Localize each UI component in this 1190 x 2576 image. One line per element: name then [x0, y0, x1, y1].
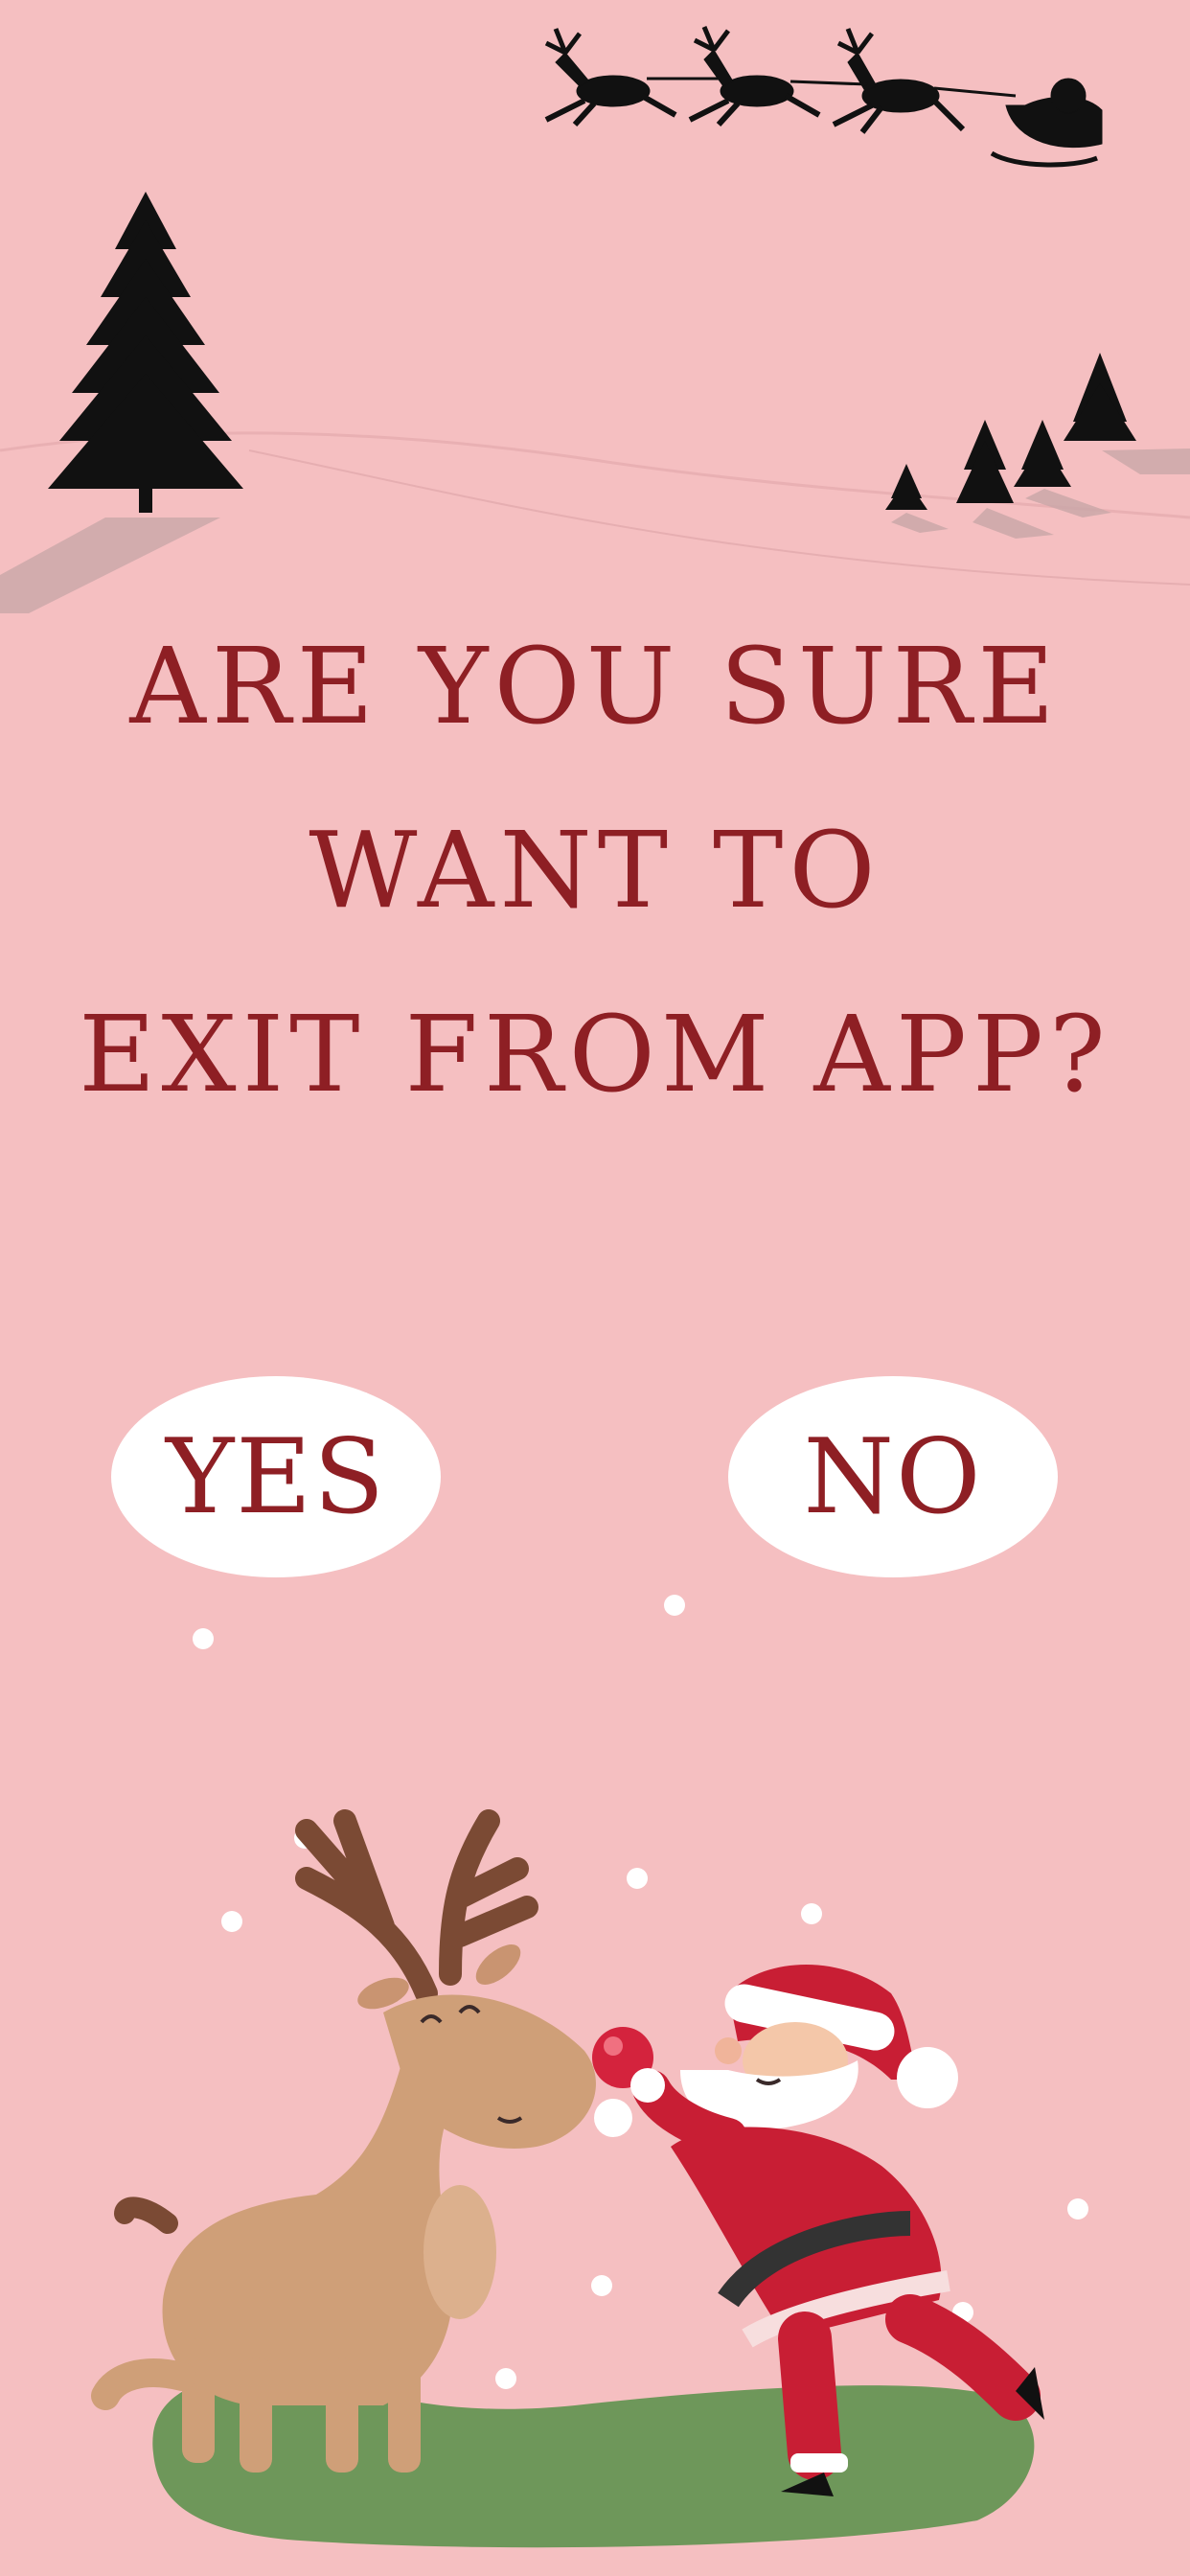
background-scenery [0, 26, 1190, 613]
title-line-1: ARE YOU SURE [129, 625, 1061, 748]
yes-button-label: YES [165, 1416, 387, 1537]
no-button-label: NO [803, 1416, 983, 1537]
small-pine-trees-icon [885, 353, 1136, 510]
title-line-3: EXIT FROM APP? [79, 993, 1111, 1116]
yes-button[interactable]: YES [111, 1376, 441, 1577]
red-nose-ball [592, 2027, 653, 2088]
reindeer-character [91, 1809, 596, 2472]
exit-confirmation-title: ARE YOU SURE WANT TO EXIT FROM APP? [0, 594, 1190, 1146]
pine-tree-icon [48, 192, 243, 513]
no-button[interactable]: NO [728, 1376, 1058, 1577]
santa-character [594, 1965, 1044, 2496]
snowflakes [193, 1595, 1088, 2389]
title-line-2: WANT TO [309, 809, 881, 932]
santa-sleigh-reindeer-icon [544, 26, 1103, 168]
grass-ground [152, 2373, 1035, 2548]
